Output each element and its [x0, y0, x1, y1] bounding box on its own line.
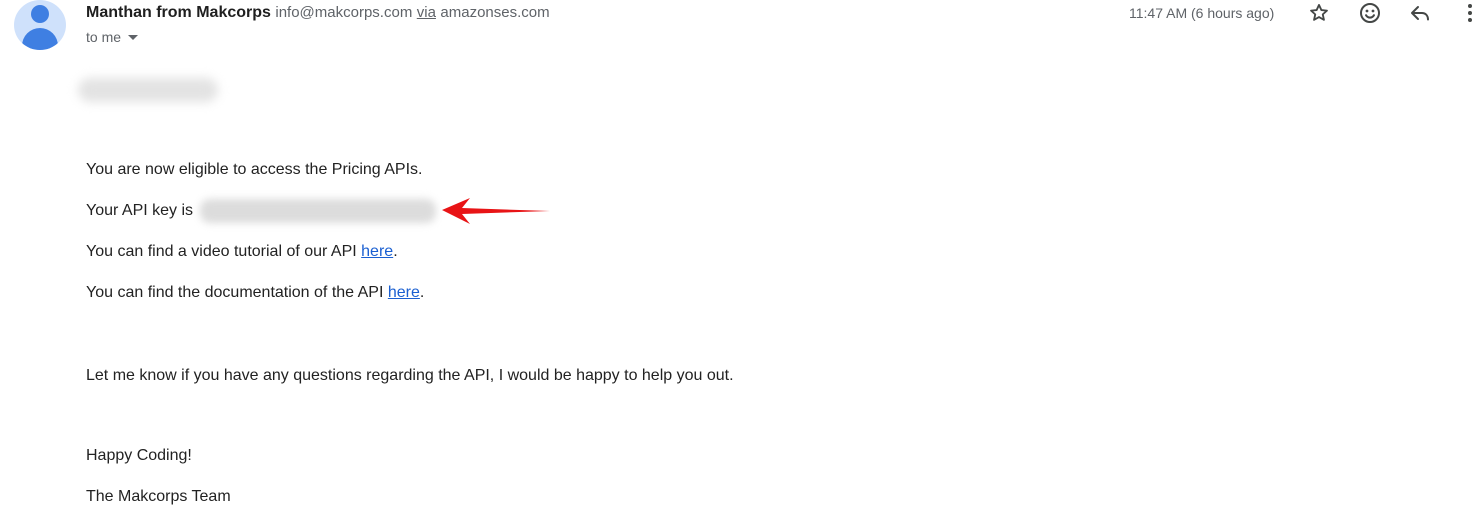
reply-button[interactable] — [1407, 0, 1433, 26]
video-tutorial-link[interactable]: here — [361, 243, 393, 260]
chevron-down-icon — [128, 35, 139, 40]
documentation-line: You can find the documentation of the AP… — [86, 283, 424, 303]
avatar-body — [22, 28, 58, 50]
add-reaction-button[interactable] — [1357, 0, 1383, 26]
email-view: Manthan from Makcorps info@makcorps.com … — [0, 0, 1484, 509]
api-key-label: Your API key is — [86, 202, 194, 219]
emoji-icon — [1360, 3, 1380, 23]
video-tutorial-line: You can find a video tutorial of our API… — [86, 242, 398, 262]
star-icon — [1310, 4, 1328, 21]
sender-email: info@makcorps.com — [275, 4, 413, 21]
video-tutorial-text: You can find a video tutorial of our API — [86, 243, 362, 260]
star-button[interactable] — [1306, 0, 1332, 26]
docs-period: . — [419, 284, 425, 301]
more-options-button[interactable] — [1462, 0, 1478, 26]
annotation-arrow-icon — [442, 198, 550, 224]
via-domain: amazonses.com — [440, 4, 550, 21]
eligibility-text: You are now eligible to access the Prici… — [86, 161, 423, 178]
sender-name[interactable]: Manthan from Makcorps — [86, 4, 271, 21]
team-signature: The Makcorps Team — [86, 488, 231, 505]
sender-avatar[interactable] — [14, 0, 66, 50]
signoff-text: Happy Coding! — [86, 447, 192, 464]
redacted-api-key — [200, 199, 436, 223]
avatar-head — [31, 5, 49, 23]
reply-icon — [1411, 6, 1429, 21]
redacted-greeting — [78, 78, 218, 102]
to-label: to me — [86, 29, 122, 45]
documentation-text: You can find the documentation of the AP… — [86, 284, 388, 301]
documentation-link[interactable]: here — [388, 284, 420, 301]
timestamp: 11:47 AM (6 hours ago) — [1129, 5, 1275, 21]
more-vert-icon — [1468, 4, 1472, 22]
sender-line: Manthan from Makcorps info@makcorps.com … — [86, 3, 550, 23]
via-link[interactable]: via — [417, 4, 436, 21]
video-period: . — [393, 243, 398, 260]
questions-text: Let me know if you have any questions re… — [86, 367, 734, 384]
recipient-details-toggle[interactable]: to me — [86, 28, 139, 46]
